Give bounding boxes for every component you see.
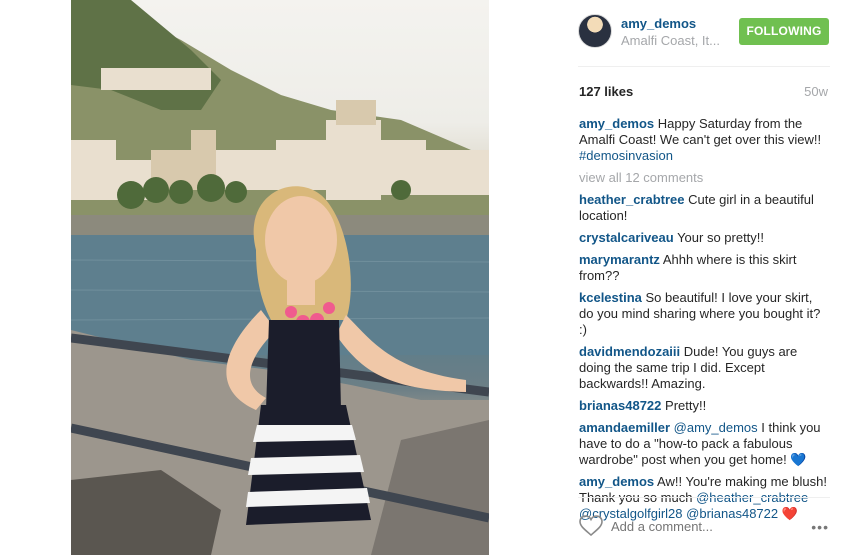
- add-comment-input[interactable]: [611, 516, 791, 536]
- caption-username[interactable]: amy_demos: [579, 116, 654, 131]
- list-item: crystalcariveau Your so pretty!!: [579, 230, 829, 246]
- comment-username[interactable]: brianas48722: [579, 398, 661, 413]
- post-photo[interactable]: [71, 0, 489, 555]
- comment-text: Pretty!!: [661, 398, 707, 413]
- list-item: kcelestina So beautiful! I love your ski…: [579, 290, 829, 338]
- footer-divider: [578, 497, 830, 498]
- comment-username[interactable]: kcelestina: [579, 290, 642, 305]
- list-item: marymarantz Ahhh where is this skirt fro…: [579, 252, 829, 284]
- following-button[interactable]: FOLLOWING: [739, 18, 829, 45]
- heart-outline-icon[interactable]: [579, 515, 603, 537]
- comment-username[interactable]: crystalcariveau: [579, 230, 674, 245]
- comment-username[interactable]: heather_crabtree: [579, 192, 685, 207]
- hashtag-link[interactable]: #demosinvasion: [579, 148, 673, 163]
- blue-heart-emoji: 💙: [790, 452, 807, 467]
- likes-count[interactable]: 127 likes: [579, 84, 633, 99]
- comment-username[interactable]: davidmendozaiii: [579, 344, 680, 359]
- post-location[interactable]: Amalfi Coast, It...: [621, 33, 720, 48]
- caption: amy_demos Happy Saturday from the Amalfi…: [579, 116, 829, 164]
- more-options-icon[interactable]: •••: [811, 519, 829, 535]
- photo-scene: [71, 0, 489, 555]
- view-all-comments-link[interactable]: view all 12 comments: [579, 170, 829, 186]
- comment-username[interactable]: amy_demos: [579, 474, 654, 489]
- list-item: heather_crabtree Cute girl in a beautifu…: [579, 192, 829, 224]
- avatar[interactable]: [578, 14, 612, 48]
- comment-text: Your so pretty!!: [673, 230, 765, 245]
- post-username[interactable]: amy_demos: [621, 16, 696, 31]
- comment-username[interactable]: marymarantz: [579, 252, 660, 267]
- post-header: amy_demos Amalfi Coast, It... FOLLOWING: [578, 12, 830, 52]
- list-item: davidmendozaiii Dude! You guys are doing…: [579, 344, 829, 392]
- comments-list: amy_demos Happy Saturday from the Amalfi…: [579, 116, 829, 528]
- comment-footer: •••: [578, 512, 830, 542]
- header-divider: [578, 66, 830, 67]
- post-age[interactable]: 50w: [804, 84, 828, 99]
- comment-username[interactable]: amandaemiller: [579, 420, 670, 435]
- mention-link[interactable]: @amy_demos: [670, 420, 758, 435]
- list-item: amandaemiller @amy_demos I think you hav…: [579, 420, 829, 468]
- list-item: brianas48722 Pretty!!: [579, 398, 829, 414]
